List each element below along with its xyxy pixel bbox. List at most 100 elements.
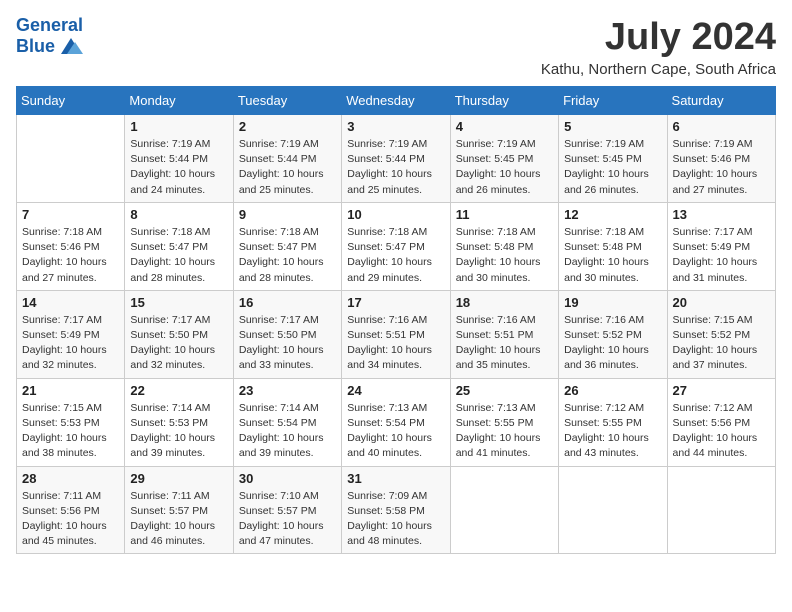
day-number: 24 — [347, 383, 444, 398]
day-number: 26 — [564, 383, 661, 398]
day-detail: Sunrise: 7:14 AMSunset: 5:53 PMDaylight:… — [130, 401, 227, 462]
day-cell: 13Sunrise: 7:17 AMSunset: 5:49 PMDayligh… — [667, 202, 775, 290]
day-detail: Sunrise: 7:12 AMSunset: 5:55 PMDaylight:… — [564, 401, 661, 462]
day-cell: 6 Sunrise: 7:19 AMSunset: 5:46 PMDaylight… — [667, 115, 775, 203]
day-detail: Sunrise: 7:17 AMSunset: 5:50 PMDaylight:… — [239, 313, 336, 374]
col-header-monday: Monday — [125, 87, 233, 115]
day-detail: Sunrise: 7:18 AMSunset: 5:47 PMDaylight:… — [239, 225, 336, 286]
day-detail: Sunrise: 7:16 AMSunset: 5:51 PMDaylight:… — [347, 313, 444, 374]
day-cell — [450, 466, 558, 554]
col-header-tuesday: Tuesday — [233, 87, 341, 115]
logo-icon — [57, 36, 85, 58]
day-number: 20 — [673, 295, 770, 310]
day-number: 10 — [347, 207, 444, 222]
day-detail: Sunrise: 7:11 AMSunset: 5:57 PMDaylight:… — [130, 489, 227, 550]
day-number: 15 — [130, 295, 227, 310]
col-header-thursday: Thursday — [450, 87, 558, 115]
day-cell: 17 Sunrise: 7:16 AMSunset: 5:51 PMDayligh… — [342, 290, 450, 378]
day-number: 13 — [673, 207, 770, 222]
day-number: 8 — [130, 207, 227, 222]
day-number: 17 — [347, 295, 444, 310]
day-number: 22 — [130, 383, 227, 398]
week-row-3: 21 Sunrise: 7:15 AMSunset: 5:53 PMDayligh… — [17, 378, 776, 466]
day-number: 23 — [239, 383, 336, 398]
day-number: 31 — [347, 471, 444, 486]
day-cell: 25 Sunrise: 7:13 AMSunset: 5:55 PMDayligh… — [450, 378, 558, 466]
day-number: 2 — [239, 119, 336, 134]
day-cell: 24 Sunrise: 7:13 AMSunset: 5:54 PMDayligh… — [342, 378, 450, 466]
title-block: July 2024 Kathu, Northern Cape, South Af… — [541, 16, 776, 78]
day-detail: Sunrise: 7:19 AMSunset: 5:44 PMDaylight:… — [239, 137, 336, 198]
day-number: 11 — [456, 207, 553, 222]
day-detail: Sunrise: 7:10 AMSunset: 5:57 PMDaylight:… — [239, 489, 336, 550]
day-detail: Sunrise: 7:11 AMSunset: 5:56 PMDaylight:… — [22, 489, 119, 550]
day-detail: Sunrise: 7:13 AMSunset: 5:54 PMDaylight:… — [347, 401, 444, 462]
day-cell: 3 Sunrise: 7:19 AMSunset: 5:44 PMDaylight… — [342, 115, 450, 203]
day-cell: 16Sunrise: 7:17 AMSunset: 5:50 PMDayligh… — [233, 290, 341, 378]
day-cell: 27Sunrise: 7:12 AMSunset: 5:56 PMDayligh… — [667, 378, 775, 466]
day-cell: 2 Sunrise: 7:19 AMSunset: 5:44 PMDaylight… — [233, 115, 341, 203]
day-detail: Sunrise: 7:19 AMSunset: 5:44 PMDaylight:… — [130, 137, 227, 198]
day-number: 6 — [673, 119, 770, 134]
location: Kathu, Northern Cape, South Africa — [541, 61, 776, 78]
col-header-saturday: Saturday — [667, 87, 775, 115]
week-row-2: 14 Sunrise: 7:17 AMSunset: 5:49 PMDayligh… — [17, 290, 776, 378]
header-row: SundayMondayTuesdayWednesdayThursdayFrid… — [17, 87, 776, 115]
day-cell: 12 Sunrise: 7:18 AMSunset: 5:48 PMDayligh… — [559, 202, 667, 290]
day-cell: 14 Sunrise: 7:17 AMSunset: 5:49 PMDayligh… — [17, 290, 125, 378]
day-number: 18 — [456, 295, 553, 310]
day-detail: Sunrise: 7:19 AMSunset: 5:44 PMDaylight:… — [347, 137, 444, 198]
day-cell: 18 Sunrise: 7:16 AMSunset: 5:51 PMDayligh… — [450, 290, 558, 378]
day-detail: Sunrise: 7:16 AMSunset: 5:52 PMDaylight:… — [564, 313, 661, 374]
day-number: 27 — [673, 383, 770, 398]
day-number: 21 — [22, 383, 119, 398]
day-cell: 5Sunrise: 7:19 AMSunset: 5:45 PMDaylight… — [559, 115, 667, 203]
day-cell: 30 Sunrise: 7:10 AMSunset: 5:57 PMDayligh… — [233, 466, 341, 554]
day-number: 12 — [564, 207, 661, 222]
day-cell: 1 Sunrise: 7:19 AMSunset: 5:44 PMDaylight… — [125, 115, 233, 203]
day-number: 29 — [130, 471, 227, 486]
day-cell: 26 Sunrise: 7:12 AMSunset: 5:55 PMDayligh… — [559, 378, 667, 466]
day-detail: Sunrise: 7:13 AMSunset: 5:55 PMDaylight:… — [456, 401, 553, 462]
col-header-friday: Friday — [559, 87, 667, 115]
day-number: 19 — [564, 295, 661, 310]
day-number: 3 — [347, 119, 444, 134]
day-number: 4 — [456, 119, 553, 134]
day-detail: Sunrise: 7:16 AMSunset: 5:51 PMDaylight:… — [456, 313, 553, 374]
day-number: 5 — [564, 119, 661, 134]
day-detail: Sunrise: 7:19 AMSunset: 5:46 PMDaylight:… — [673, 137, 770, 198]
day-cell: 11 Sunrise: 7:18 AMSunset: 5:48 PMDayligh… — [450, 202, 558, 290]
day-detail: Sunrise: 7:18 AMSunset: 5:48 PMDaylight:… — [456, 225, 553, 286]
day-cell: 15 Sunrise: 7:17 AMSunset: 5:50 PMDayligh… — [125, 290, 233, 378]
day-number: 30 — [239, 471, 336, 486]
day-detail: Sunrise: 7:18 AMSunset: 5:48 PMDaylight:… — [564, 225, 661, 286]
day-detail: Sunrise: 7:18 AMSunset: 5:47 PMDaylight:… — [347, 225, 444, 286]
calendar-table: SundayMondayTuesdayWednesdayThursdayFrid… — [16, 86, 776, 554]
logo-general: General — [16, 15, 83, 35]
day-detail: Sunrise: 7:17 AMSunset: 5:50 PMDaylight:… — [130, 313, 227, 374]
day-cell: 21 Sunrise: 7:15 AMSunset: 5:53 PMDayligh… — [17, 378, 125, 466]
day-cell: 7Sunrise: 7:18 AMSunset: 5:46 PMDaylight… — [17, 202, 125, 290]
day-detail: Sunrise: 7:15 AMSunset: 5:52 PMDaylight:… — [673, 313, 770, 374]
day-cell — [667, 466, 775, 554]
day-number: 25 — [456, 383, 553, 398]
day-detail: Sunrise: 7:15 AMSunset: 5:53 PMDaylight:… — [22, 401, 119, 462]
day-detail: Sunrise: 7:18 AMSunset: 5:47 PMDaylight:… — [130, 225, 227, 286]
col-header-wednesday: Wednesday — [342, 87, 450, 115]
logo-blue: Blue — [16, 37, 55, 57]
day-cell: 22 Sunrise: 7:14 AMSunset: 5:53 PMDayligh… — [125, 378, 233, 466]
day-cell: 8 Sunrise: 7:18 AMSunset: 5:47 PMDaylight… — [125, 202, 233, 290]
day-number: 9 — [239, 207, 336, 222]
day-detail: Sunrise: 7:18 AMSunset: 5:46 PMDaylight:… — [22, 225, 119, 286]
day-number: 14 — [22, 295, 119, 310]
day-detail: Sunrise: 7:17 AMSunset: 5:49 PMDaylight:… — [22, 313, 119, 374]
col-header-sunday: Sunday — [17, 87, 125, 115]
week-row-0: 1 Sunrise: 7:19 AMSunset: 5:44 PMDaylight… — [17, 115, 776, 203]
day-cell: 31Sunrise: 7:09 AMSunset: 5:58 PMDayligh… — [342, 466, 450, 554]
day-cell: 23Sunrise: 7:14 AMSunset: 5:54 PMDayligh… — [233, 378, 341, 466]
calendar-header: SundayMondayTuesdayWednesdayThursdayFrid… — [17, 87, 776, 115]
day-detail: Sunrise: 7:19 AMSunset: 5:45 PMDaylight:… — [456, 137, 553, 198]
day-cell: 9 Sunrise: 7:18 AMSunset: 5:47 PMDaylight… — [233, 202, 341, 290]
month-title: July 2024 — [541, 16, 776, 59]
day-number: 1 — [130, 119, 227, 134]
